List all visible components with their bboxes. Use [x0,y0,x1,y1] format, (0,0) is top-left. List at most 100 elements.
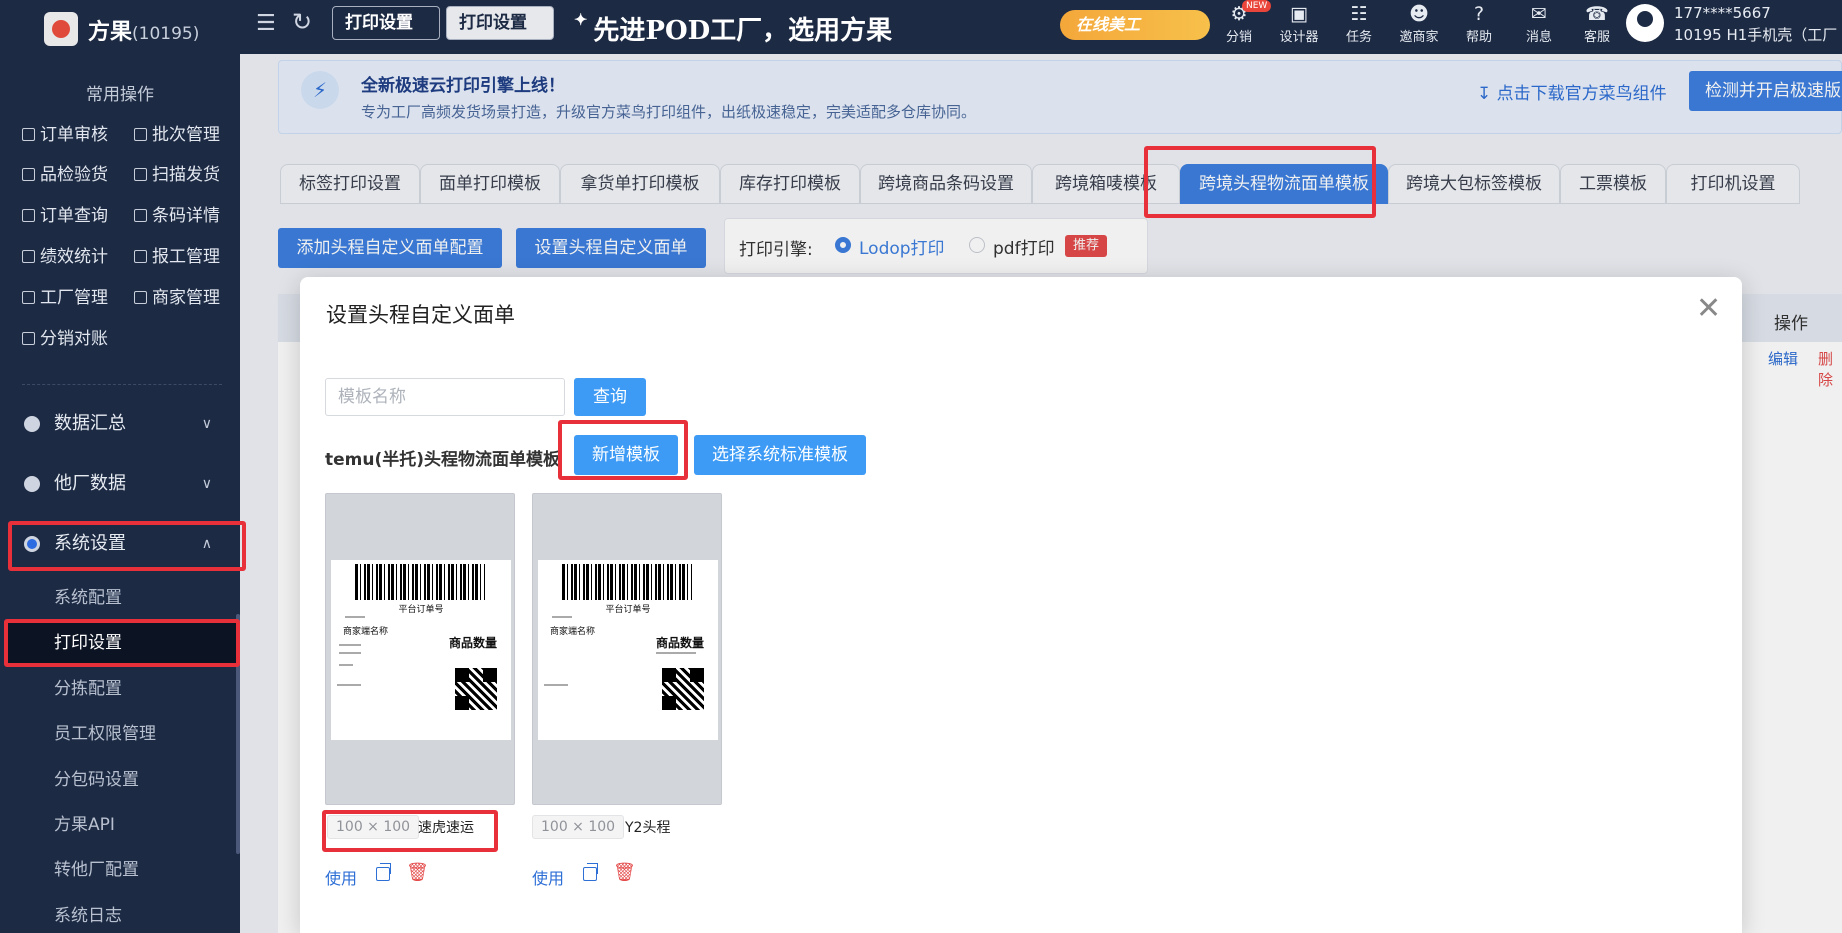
sidebar-item-system-log[interactable]: 系统日志 [0,895,240,933]
quick-order-review[interactable]: 订单审核 [22,120,108,145]
template-card[interactable]: 平台订单号 商家端名称 商品数量 [325,493,515,805]
new-badge: NEW [1242,0,1272,12]
sidebar-item-system-config[interactable]: 系统配置 [0,577,240,619]
refresh-icon[interactable]: ↻ [292,10,312,34]
user-phone: 177****5667 [1674,4,1771,22]
label-preview: 平台订单号 商家端名称 商品数量 [538,560,718,740]
modal-title: 设置头程自定义面单 [326,303,515,327]
invite-icon: ☻ [1409,3,1429,25]
avatar[interactable] [1626,4,1664,42]
inspect-icon [22,168,35,181]
label-qty: 商品数量 [449,636,498,650]
top-bar: 方果(10195) ☰ ↻ 打印设置 打印设置 ✦ 先进POD工厂，选用方果 在线… [0,0,1842,54]
use-template-link[interactable]: 使用 [532,865,564,889]
barcode-icon [134,209,147,222]
user-shop: 10195 H1手机壳（工厂 [1674,26,1838,44]
tool-designer[interactable]: ▣ 设计器 [1272,2,1326,45]
checkbox-icon [22,332,35,345]
barcode-image [355,564,485,600]
quick-barcode-detail[interactable]: 条码详情 [134,201,220,226]
chevron-down-icon: ∨ [201,476,212,492]
top-tab-print-settings-active[interactable]: 打印设置 [446,6,554,40]
sidebar-section-title: 常用操作 [86,85,154,105]
sidebar-group-other-factory[interactable]: 他厂数据 ∨ [10,460,242,508]
highlight-system-settings [8,521,246,571]
label-order-no: 平台订单号 [398,605,444,615]
trash-icon[interactable]: 🗑 [406,863,429,883]
label-tiny-line [339,652,361,654]
tool-message[interactable]: ✉ 消息 [1512,2,1566,45]
label-tiny-line [339,664,353,666]
checkbox-icon [134,250,147,263]
designer-icon: ▣ [1290,3,1308,25]
highlight-template-tag [322,810,498,852]
label-merchant: 商家端名称 [550,627,596,637]
quick-batch-manage[interactable]: 批次管理 [134,120,220,145]
sidebar-item-transfer-factory[interactable]: 转他厂配置 [0,849,240,891]
checkbox-icon [22,128,35,141]
sidebar: 常用操作 订单审核 批次管理 品检验货 扫描发货 订单查询 条码详情 绩效统计 … [0,54,240,933]
tool-task[interactable]: ☷ 任务 [1332,2,1386,45]
quick-work-report[interactable]: 报工管理 [134,242,220,267]
label-tiny-line [339,644,361,646]
sidebar-item-staff-permissions[interactable]: 员工权限管理 [0,713,240,755]
message-icon: ✉ [1531,3,1547,25]
tool-distribution[interactable]: ⚙ NEW 分销 [1212,0,1272,45]
top-tab-print-settings[interactable]: 打印设置 [332,6,440,40]
query-button[interactable]: 查询 [574,378,646,416]
label-qty: 商品数量 [656,636,705,650]
template-card[interactable]: 平台订单号 商家端名称 商品数量 [532,493,722,805]
quick-quality-check[interactable]: 品检验货 [22,160,108,185]
trash-icon[interactable]: 🗑 [613,863,636,883]
copy-icon[interactable] [583,863,598,881]
brand: 方果(10195) [88,20,200,45]
checkbox-icon [134,291,147,304]
quick-distribution-reconcile[interactable]: 分销对账 [22,324,108,349]
tool-service[interactable]: ☎ 客服 [1570,2,1624,45]
sparkle-icon: ✦ [574,10,588,29]
highlight-print-settings [4,619,240,667]
barcode-image [562,564,692,600]
chart-icon [22,250,35,263]
highlight-tab [1144,146,1376,218]
tool-invite[interactable]: ☻ 邀商家 [1392,2,1446,45]
close-icon[interactable]: ✕ [1696,291,1721,326]
quick-merchant-manage[interactable]: 商家管理 [134,283,220,308]
label-tiny-line [656,652,696,654]
quick-performance[interactable]: 绩效统计 [22,242,108,267]
scan-icon [134,168,147,181]
qr-code-image [455,668,497,710]
sidebar-item-package-code[interactable]: 分包码设置 [0,759,240,801]
label-tiny-line [345,616,365,618]
quick-scan-ship[interactable]: 扫描发货 [134,160,220,185]
checkbox-icon [22,291,35,304]
promo-banner[interactable]: 在线美工 [1060,10,1210,40]
sidebar-group-data-summary[interactable]: 数据汇总 ∨ [10,400,242,448]
sidebar-item-api[interactable]: 方果API [0,804,240,846]
slogan: ✦ 先进POD工厂，选用方果 [574,10,893,46]
sidebar-divider [22,384,222,385]
highlight-add-template [558,420,688,480]
batch-icon [134,128,147,141]
chevron-down-icon: ∨ [201,416,212,432]
template-name-input[interactable] [325,378,565,416]
tool-help[interactable]: ? 帮助 [1452,2,1506,45]
label-preview: 平台订单号 商家端名称 商品数量 [331,560,511,740]
quick-order-query[interactable]: 订单查询 [22,201,108,226]
template-size-tag: 100 × 100 [532,815,625,839]
use-template-link[interactable]: 使用 [325,865,357,889]
select-system-template-button[interactable]: 选择系统标准模板 [694,435,866,475]
label-tiny-line [544,684,568,686]
qr-code-image [662,668,704,710]
help-icon: ? [1473,3,1485,25]
sidebar-item-sorting-config[interactable]: 分拣配置 [0,668,240,710]
menu-toggle-icon[interactable]: ☰ [256,12,280,36]
label-order-no: 平台订单号 [605,605,651,615]
template-name: Y2头程 [625,820,671,836]
pie-chart-icon [24,476,40,492]
pie-chart-icon [24,416,40,432]
quick-factory-manage[interactable]: 工厂管理 [22,283,108,308]
copy-icon[interactable] [376,863,391,881]
template-section-title: temu(半托)头程物流面单模板 [325,450,561,470]
label-tiny-line [337,684,361,686]
